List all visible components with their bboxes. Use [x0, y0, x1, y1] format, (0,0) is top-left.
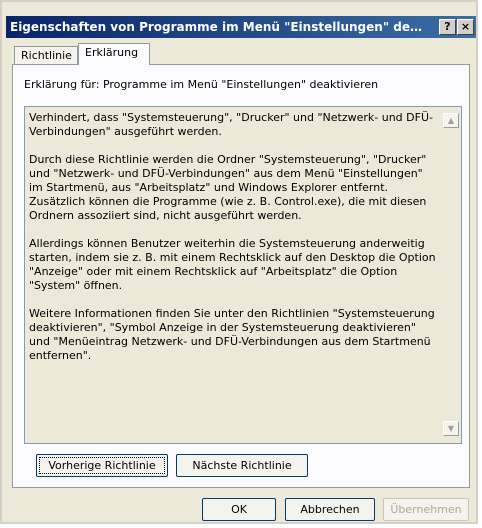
next-policy-button[interactable]: Nächste Richtlinie [176, 454, 308, 477]
close-button[interactable]: × [457, 19, 474, 35]
apply-button[interactable]: Übernehmen [383, 498, 469, 521]
paragraph: Verhindert, dass "Systemsteuerung", "Dru… [29, 111, 433, 138]
title-bar[interactable]: Eigenschaften von Programme im Menü "Ein… [6, 16, 476, 38]
properties-dialog: Eigenschaften von Programme im Menü "Ein… [0, 0, 478, 524]
paragraph: Weitere Informationen finden Sie unter d… [29, 307, 435, 362]
scroll-up-button[interactable]: ▲ [443, 113, 459, 128]
explanation-textbox[interactable]: Verhindert, dass "Systemsteuerung", "Dru… [24, 106, 462, 444]
paragraph: Allerdings können Benutzer weiterhin die… [29, 237, 436, 292]
tab-richtlinie[interactable]: Richtlinie [14, 46, 78, 64]
cancel-button[interactable]: Abbrechen [285, 498, 375, 521]
paragraph: Durch diese Richtlinie werden die Ordner… [29, 153, 427, 222]
previous-policy-button[interactable]: Vorherige Richtlinie [36, 454, 168, 477]
window-title: Eigenschaften von Programme im Menü "Ein… [10, 20, 428, 34]
help-button[interactable]: ? [439, 19, 456, 35]
tab-erklaerung[interactable]: Erklärung [78, 43, 150, 65]
explanation-text: Verhindert, dass "Systemsteuerung", "Dru… [29, 111, 437, 377]
scroll-down-button[interactable]: ▼ [443, 421, 459, 436]
ok-button[interactable]: OK [202, 498, 276, 521]
explanation-subtitle: Erklärung für: Programme im Menü "Einste… [24, 78, 379, 91]
